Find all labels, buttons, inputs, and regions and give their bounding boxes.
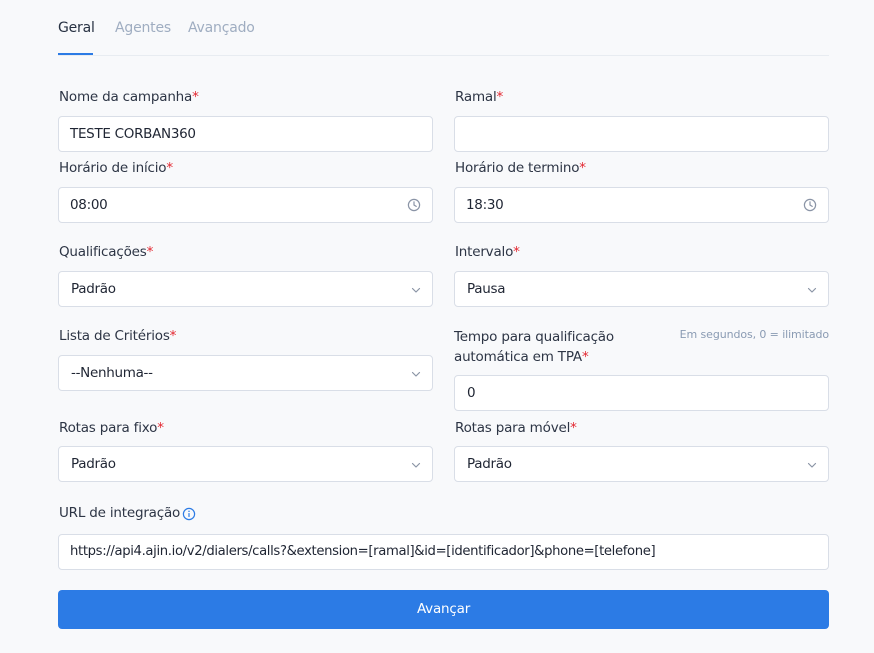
- end-time-value: 18:30: [466, 197, 504, 213]
- tab-agentes[interactable]: Agentes: [115, 20, 171, 36]
- integration-url-label: URL de integração: [59, 505, 181, 521]
- tpa-time-label: Tempo para qualificação automática em TP…: [454, 329, 614, 365]
- integration-url-input[interactable]: https://api4.ajin.io/v2/dialers/calls?&e…: [58, 534, 829, 570]
- qualifications-label: Qualificações*: [59, 244, 154, 260]
- landline-routes-value: Padrão: [71, 456, 116, 472]
- tab-geral[interactable]: Geral: [58, 20, 95, 36]
- campaign-name-value: TESTE CORBAN360: [70, 126, 196, 142]
- chevron-down-icon: [411, 287, 421, 293]
- tpa-time-input[interactable]: 0: [454, 375, 829, 411]
- chevron-down-icon: [411, 462, 421, 468]
- interval-select[interactable]: Pausa: [454, 271, 829, 307]
- chevron-down-icon: [807, 462, 817, 468]
- criteria-list-value: --Nenhuma--: [71, 365, 153, 381]
- tpa-time-hint: Em segundos, 0 = ilimitado: [679, 328, 829, 341]
- landline-routes-select[interactable]: Padrão: [58, 446, 433, 482]
- clock-icon[interactable]: [803, 198, 817, 212]
- mobile-routes-select[interactable]: Padrão: [454, 446, 829, 482]
- clock-icon[interactable]: [407, 198, 421, 212]
- mobile-routes-value: Padrão: [467, 456, 512, 472]
- end-time-input[interactable]: 18:30: [454, 187, 829, 223]
- tab-bar: Geral Agentes Avançado: [58, 0, 829, 56]
- start-time-value: 08:00: [70, 197, 108, 213]
- active-tab-indicator: [58, 53, 93, 55]
- end-time-label: Horário de termino*: [455, 160, 586, 176]
- qualifications-select[interactable]: Padrão: [58, 271, 433, 307]
- mobile-routes-label: Rotas para móvel*: [455, 420, 577, 436]
- extension-input[interactable]: [454, 116, 829, 152]
- tpa-time-value: 0: [467, 385, 476, 401]
- landline-routes-label: Rotas para fixo*: [59, 420, 164, 436]
- qualifications-value: Padrão: [71, 281, 116, 297]
- integration-url-value: https://api4.ajin.io/v2/dialers/calls?&e…: [70, 544, 656, 559]
- tab-avancado[interactable]: Avançado: [188, 20, 255, 36]
- start-time-input[interactable]: 08:00: [58, 187, 433, 223]
- campaign-name-label: Nome da campanha*: [59, 89, 199, 105]
- advance-button[interactable]: Avançar: [58, 590, 829, 629]
- campaign-name-input[interactable]: TESTE CORBAN360: [58, 116, 433, 152]
- interval-label: Intervalo*: [455, 244, 520, 260]
- info-icon[interactable]: [182, 507, 196, 521]
- interval-value: Pausa: [467, 281, 506, 297]
- criteria-list-label: Lista de Critérios*: [59, 328, 177, 344]
- criteria-list-select[interactable]: --Nenhuma--: [58, 355, 433, 391]
- start-time-label: Horário de início*: [59, 160, 173, 176]
- chevron-down-icon: [411, 371, 421, 377]
- extension-label: Ramal*: [455, 89, 504, 105]
- chevron-down-icon: [807, 287, 817, 293]
